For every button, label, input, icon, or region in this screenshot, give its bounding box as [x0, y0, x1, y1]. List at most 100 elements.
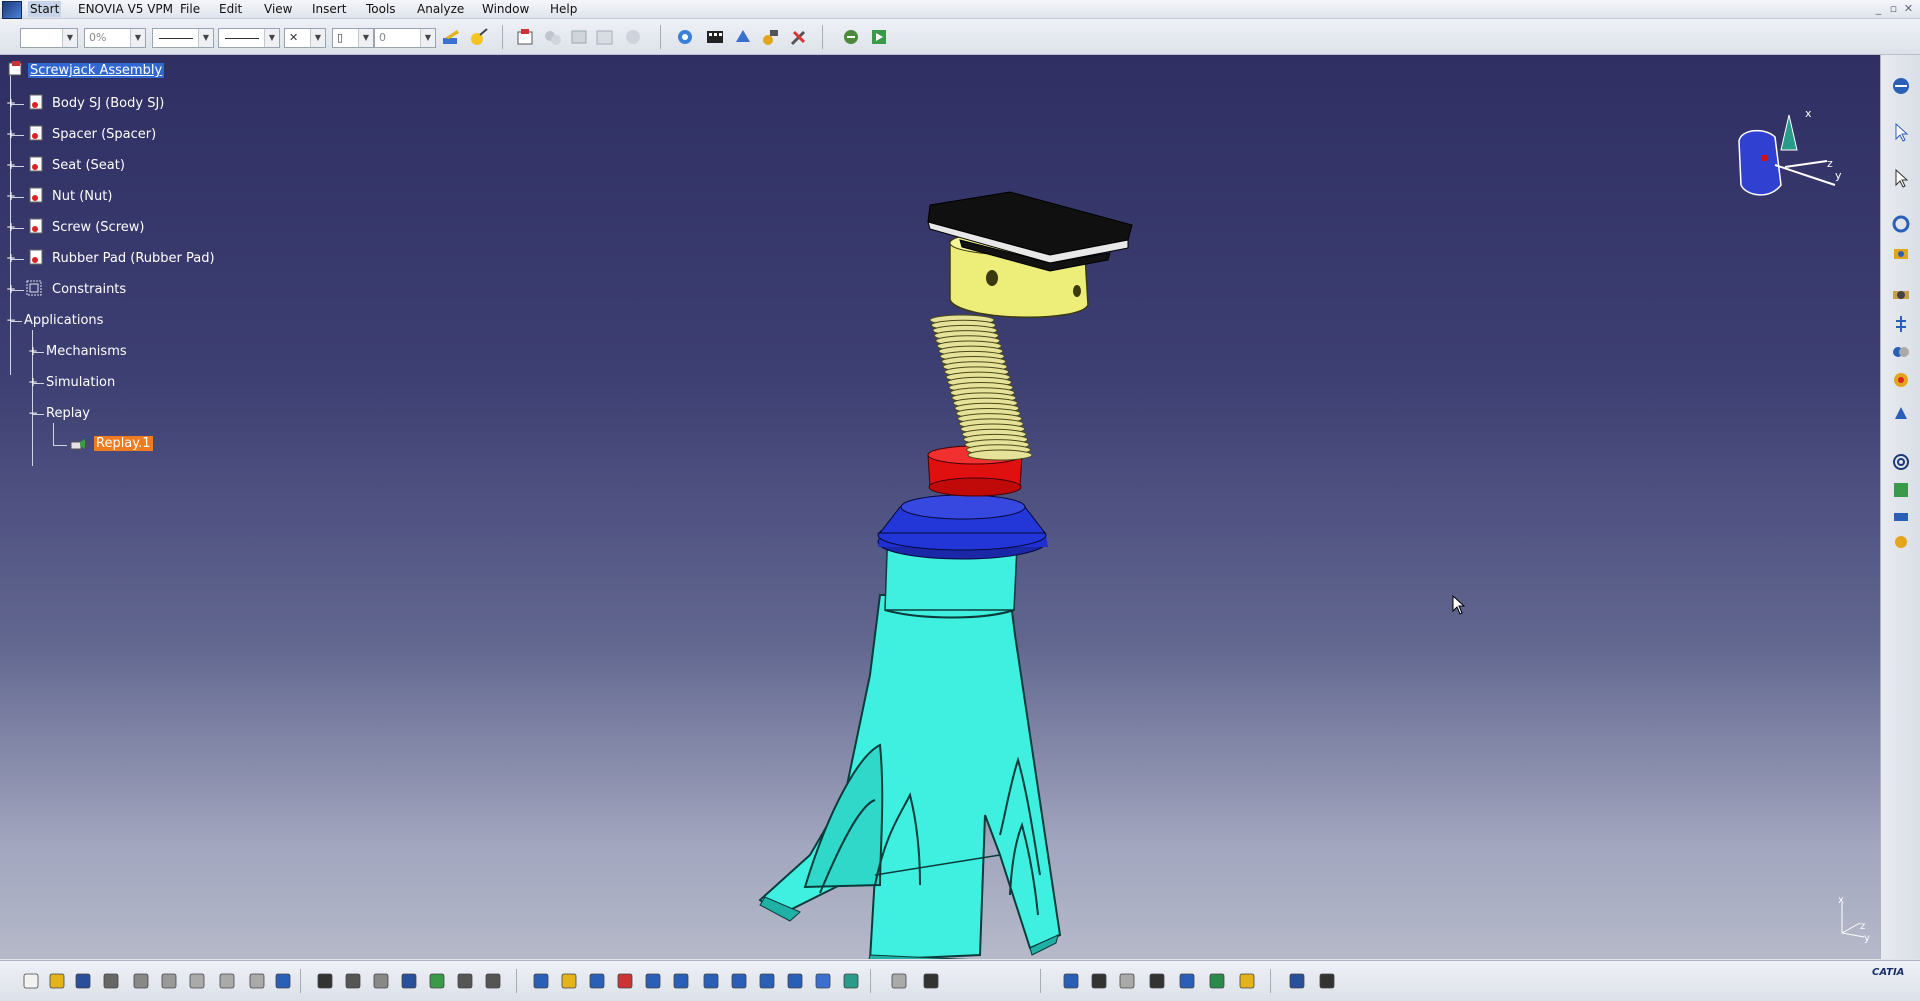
- tree-item-applications[interactable]: Applications: [22, 312, 105, 330]
- law-icon[interactable]: [1890, 479, 1912, 501]
- component-icon[interactable]: [542, 26, 564, 48]
- measure-icon[interactable]: [370, 970, 392, 992]
- tree-item-simulation[interactable]: Simulation: [44, 374, 117, 392]
- sensor-icon[interactable]: [1890, 505, 1912, 527]
- knowledge-icon[interactable]: [482, 970, 504, 992]
- print-icon[interactable]: [100, 970, 122, 992]
- zoom-out-icon[interactable]: [670, 970, 692, 992]
- simulation-icon[interactable]: [732, 26, 754, 48]
- whats-this-icon[interactable]: [272, 970, 294, 992]
- shading-icon[interactable]: [784, 970, 806, 992]
- expand-icon[interactable]: +: [6, 128, 16, 140]
- tree-item-constraints[interactable]: Constraints: [50, 281, 128, 299]
- new-file-icon[interactable]: [20, 970, 42, 992]
- chevron-down-icon[interactable]: ▼: [62, 29, 77, 47]
- menu-window[interactable]: Window: [480, 1, 531, 17]
- dock-icon[interactable]: [1316, 970, 1338, 992]
- chevron-down-icon[interactable]: ▼: [130, 29, 145, 47]
- fly-mode-icon[interactable]: [530, 970, 552, 992]
- zoom-in-icon[interactable]: [642, 970, 664, 992]
- expand-icon[interactable]: +: [6, 221, 16, 233]
- search-icon[interactable]: [1146, 970, 1168, 992]
- menu-file[interactable]: File: [178, 1, 202, 17]
- catalog-icon[interactable]: [426, 970, 448, 992]
- swap-space-icon[interactable]: [840, 970, 862, 992]
- cylindrical-joint-icon[interactable]: [1890, 283, 1912, 305]
- chevron-down-icon[interactable]: ▼: [420, 29, 435, 47]
- comment-icon[interactable]: [342, 970, 364, 992]
- tree-item-seat[interactable]: Seat (Seat): [50, 157, 127, 175]
- next-frame-icon[interactable]: [1116, 970, 1138, 992]
- point-symbol-combo[interactable]: ✕ ▼: [284, 28, 326, 48]
- compile-simulation-icon[interactable]: [840, 26, 862, 48]
- chevron-down-icon[interactable]: ▼: [310, 29, 325, 47]
- prismatic-joint-icon[interactable]: [1890, 243, 1912, 265]
- render-style-combo[interactable]: ▯ ▼: [332, 28, 374, 48]
- analysis-icon[interactable]: [1890, 531, 1912, 553]
- multi-view-icon[interactable]: [728, 970, 750, 992]
- screw-joint-icon[interactable]: [1890, 313, 1912, 335]
- tools-icon[interactable]: [788, 26, 810, 48]
- tree-item-mechanisms[interactable]: Mechanisms: [44, 343, 129, 361]
- hide-show-icon[interactable]: [812, 970, 834, 992]
- rigid-joint-icon[interactable]: [1890, 341, 1912, 363]
- tree-item-spacer[interactable]: Spacer (Spacer): [50, 126, 158, 144]
- redo-icon[interactable]: [246, 970, 268, 992]
- undo-icon[interactable]: [216, 970, 238, 992]
- screw-part[interactable]: [929, 314, 1033, 461]
- chevron-down-icon[interactable]: ▼: [358, 29, 373, 47]
- format-painter-icon[interactable]: [440, 26, 462, 48]
- body-sj-part[interactable]: [758, 510, 1062, 959]
- menu-tools[interactable]: Tools: [364, 1, 398, 17]
- chevron-down-icon[interactable]: ▼: [264, 29, 279, 47]
- copy-icon[interactable]: [158, 970, 180, 992]
- formula-icon[interactable]: [314, 970, 336, 992]
- menu-view[interactable]: View: [262, 1, 294, 17]
- tree-root-screwjack-assembly[interactable]: Screwjack Assembly: [28, 62, 165, 80]
- lock-icon[interactable]: [454, 970, 476, 992]
- tree-item-screw[interactable]: Screw (Screw): [50, 219, 146, 237]
- kinematics-icon[interactable]: [760, 26, 782, 48]
- revolute-joint-icon[interactable]: [1890, 213, 1912, 235]
- tree-item-body-sj[interactable]: Body SJ (Body SJ): [50, 95, 166, 113]
- render-icon[interactable]: [1206, 970, 1228, 992]
- chevron-down-icon[interactable]: ▼: [198, 29, 213, 47]
- product-icon[interactable]: [514, 26, 536, 48]
- rotate-icon[interactable]: [614, 970, 636, 992]
- fit-all-icon[interactable]: [558, 970, 580, 992]
- tree-item-replay-1[interactable]: Replay.1: [94, 435, 153, 453]
- screwjack-model[interactable]: [0, 55, 1880, 959]
- part-icon[interactable]: [568, 26, 590, 48]
- spiral-icon[interactable]: [1890, 451, 1912, 473]
- menu-enovia[interactable]: ENOVIA V5 VPM: [76, 1, 175, 17]
- replay-icon[interactable]: [868, 26, 890, 48]
- menu-start[interactable]: Start: [28, 1, 62, 17]
- tree-item-replay[interactable]: Replay: [44, 405, 92, 423]
- tree-item-rubber-pad[interactable]: Rubber Pad (Rubber Pad): [50, 250, 217, 268]
- light-icon[interactable]: [1236, 970, 1258, 992]
- minimize-button[interactable]: _: [1871, 2, 1886, 15]
- expand-icon[interactable]: +: [6, 283, 16, 295]
- close-button[interactable]: ✕: [1901, 2, 1916, 15]
- camera-icon[interactable]: [920, 970, 942, 992]
- cube-icon[interactable]: [1176, 970, 1198, 992]
- 3d-viewport[interactable]: x y z x z y Screwjack Assembly + Body SJ…: [0, 55, 1880, 959]
- linetype-combo[interactable]: ▼: [152, 28, 214, 48]
- paste-icon[interactable]: [186, 970, 208, 992]
- iso-view-icon[interactable]: [756, 970, 778, 992]
- pan-icon[interactable]: [586, 970, 608, 992]
- compass-widget[interactable]: x y z: [1735, 105, 1850, 205]
- properties-painter-icon[interactable]: [468, 26, 490, 48]
- nut-part[interactable]: [877, 494, 1048, 560]
- select-arrow-icon[interactable]: [1890, 121, 1912, 143]
- restore-button[interactable]: ▫: [1886, 2, 1901, 15]
- menu-insert[interactable]: Insert: [310, 1, 348, 17]
- expand-icon[interactable]: +: [6, 159, 16, 171]
- catia-app-icon[interactable]: [2, 1, 22, 19]
- save-icon[interactable]: [72, 970, 94, 992]
- expand-icon[interactable]: +: [6, 252, 16, 264]
- gear-icon[interactable]: [674, 26, 696, 48]
- menu-analyze[interactable]: Analyze: [415, 1, 466, 17]
- film-icon[interactable]: [704, 26, 726, 48]
- gear-joint-icon[interactable]: [1890, 369, 1912, 391]
